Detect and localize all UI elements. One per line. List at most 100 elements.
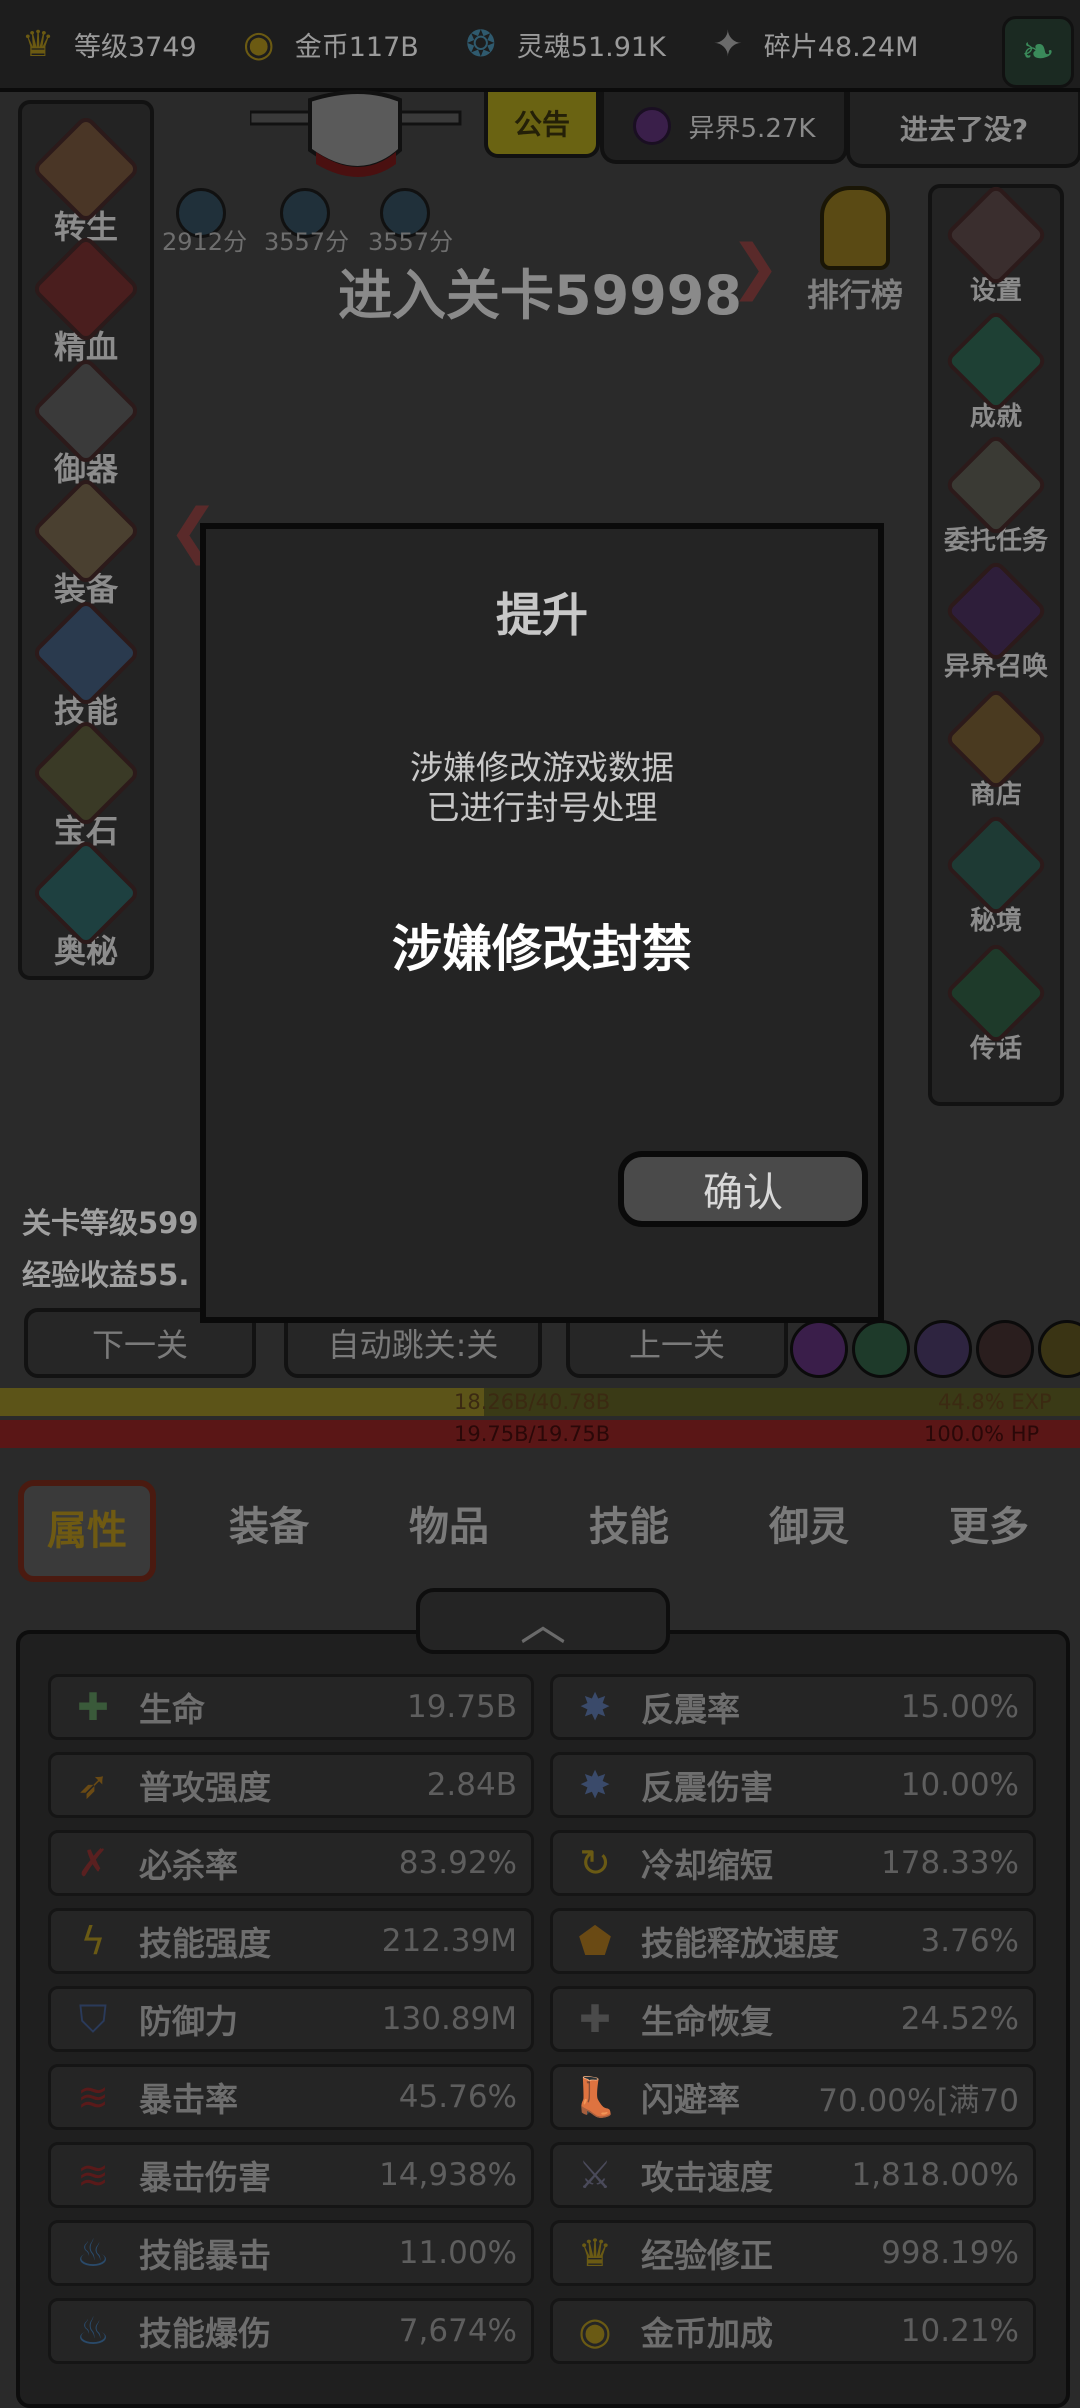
attr-name: 金币加成 (641, 2314, 773, 2353)
menu-item-message[interactable]: 传话 (932, 940, 1060, 1065)
attr-crit-rate: ≋ 暴击率 45.76% (48, 2064, 534, 2130)
attr-value: 1,818.00% (851, 2157, 1019, 2193)
cooldown-icon: ↻ (579, 1841, 611, 1885)
stage-exp-text: 经验收益55. (22, 1258, 190, 1292)
menu-item-commission[interactable]: 委托任务 (932, 432, 1060, 557)
shard-icon: ✦ (712, 23, 743, 65)
attr-name: 冷却缩短 (641, 1846, 773, 1885)
attr-value: 212.39M (381, 1923, 517, 1959)
sword-icon: ⚔ (577, 2153, 613, 2197)
next-stage-label: 下一关 (91, 1326, 188, 1364)
attr-gold-bonus: ◉ 金币加成 10.21% (550, 2298, 1036, 2364)
tab-skills[interactable]: 技能 (554, 1482, 704, 1572)
lightning-icon: ϟ (80, 1919, 106, 1963)
menu-item-gem[interactable]: 宝石 (22, 717, 150, 852)
attr-life-regen: ✚ 生命恢复 24.52% (550, 1986, 1036, 2052)
notice-button[interactable]: 公告 (484, 92, 600, 158)
right-side-menu: 设置 成就 委托任务 异界召唤 商店 秘境 传话 (928, 182, 1064, 1106)
menu-item-shop[interactable]: 商店 (932, 686, 1060, 811)
leaf-icon: ❧ (1021, 29, 1055, 75)
attr-cooldown: ↻ 冷却缩短 178.33% (550, 1830, 1036, 1896)
gold-text: 金币117B (294, 31, 419, 63)
menu-item-secret-realm[interactable]: 秘境 (932, 812, 1060, 937)
arrow-right-icon[interactable]: ❯ (730, 232, 780, 302)
menu-item-achievement[interactable]: 成就 (932, 308, 1060, 433)
menu-item-rebirth[interactable]: 转生 (22, 113, 150, 248)
tab-items[interactable]: 物品 (374, 1482, 524, 1572)
attr-name: 经验修正 (641, 2236, 773, 2275)
menu-item-mystery[interactable]: 奥秘 (22, 837, 150, 972)
hp-percent: 100.0% HP (924, 1422, 1040, 1446)
blue-flame-icon: ♨ (75, 2309, 111, 2353)
shield-icon: ⛉ (78, 1996, 108, 2041)
crown-icon: ♛ (577, 2231, 613, 2275)
stage-title[interactable]: 进入关卡59998 (300, 256, 780, 336)
crit-slash-icon: ✗ (77, 1841, 109, 1885)
trophy-icon (820, 186, 890, 270)
attr-crit-damage: ≋ 暴击伤害 14,938% (48, 2142, 534, 2208)
chevron-up-icon: ︿ (520, 1597, 566, 1651)
attr-attack: ➶ 普攻强度 2.84B (48, 1752, 534, 1818)
buff-icons (790, 1320, 1080, 1380)
attr-name: 反震伤害 (641, 1768, 773, 1807)
tab-equipment[interactable]: 装备 (194, 1482, 344, 1572)
menu-item-blood[interactable]: 精血 (22, 233, 150, 368)
attr-name: 暴击伤害 (139, 2158, 271, 2197)
attr-name: 闪避率 (641, 2080, 740, 2119)
soul-text: 灵魂51.91K (516, 31, 666, 63)
attr-value: 19.75B (406, 1689, 517, 1725)
otherworld-counter[interactable]: 异界5.27K (600, 92, 848, 164)
gotin-button[interactable]: 进去了没? (846, 92, 1080, 168)
weapon-axe-image (250, 90, 462, 177)
score-3: 3557分 (368, 228, 454, 256)
attr-value: 2.84B (426, 1767, 517, 1803)
bottom-tabs: 属性 装备 物品 技能 御灵 更多 (0, 1460, 1080, 1582)
attr-skill-crit-damage: ♨ 技能爆伤 7,674% (48, 2298, 534, 2364)
menu-item-equipment[interactable]: 装备 (22, 475, 150, 610)
score-1: 2912分 (162, 228, 248, 256)
attr-value: 11.00% (398, 2235, 517, 2271)
attr-name: 技能释放速度 (641, 1924, 839, 1963)
tab-attributes[interactable]: 属性 (18, 1480, 156, 1582)
boot-icon: 👢 (571, 2074, 619, 2119)
attr-name: 反震率 (641, 1690, 740, 1729)
notice-label: 公告 (513, 108, 570, 141)
menu-item-artifact[interactable]: 御器 (22, 355, 150, 490)
attr-name: 技能爆伤 (139, 2314, 271, 2353)
buff-fire-icon[interactable] (976, 1320, 1034, 1378)
attr-name: 暴击率 (139, 2080, 238, 2119)
menu-item-skill[interactable]: 技能 (22, 597, 150, 732)
attr-name: 技能强度 (139, 1924, 271, 1963)
heal-icon: ✚ (579, 1997, 611, 2041)
attr-exp-bonus: ♛ 经验修正 998.19% (550, 2220, 1036, 2286)
score-2: 3557分 (264, 228, 350, 256)
shard-resource: ✦ 碎片48.24M (704, 20, 919, 68)
menu-leaf-button[interactable]: ❧ (1002, 16, 1074, 88)
confirm-button[interactable]: 确认 (618, 1151, 868, 1227)
attr-value: 130.89M (381, 2001, 517, 2037)
confirm-label: 确认 (703, 1170, 783, 1216)
buff-green-icon[interactable] (852, 1320, 910, 1378)
ban-dialog: 提升 涉嫌修改游戏数据 已进行封号处理 涉嫌修改封禁 确认 (200, 523, 884, 1323)
stage-level-text: 关卡等级599 (22, 1206, 199, 1240)
attr-value: 178.33% (881, 1845, 1019, 1881)
ranking-button[interactable]: 排行榜 (800, 186, 910, 316)
soul-resource: ❂ 灵魂51.91K (457, 20, 666, 68)
menu-item-summon[interactable]: 异界召唤 (932, 558, 1060, 683)
collapse-panel-button[interactable]: ︿ (416, 1588, 670, 1654)
attr-value: 15.00% (900, 1689, 1019, 1725)
attr-name: 防御力 (139, 2002, 238, 2041)
blue-flame-icon: ♨ (75, 2231, 111, 2275)
buff-purple-icon[interactable] (790, 1320, 848, 1378)
attr-value: 24.52% (900, 2001, 1019, 2037)
tab-more[interactable]: 更多 (914, 1482, 1064, 1572)
gotin-label: 进去了没? (899, 113, 1029, 146)
menu-item-settings[interactable]: 设置 (932, 182, 1060, 307)
exp-percent: 44.8% EXP (938, 1390, 1052, 1414)
buff-gold-icon[interactable] (1038, 1320, 1080, 1378)
arrow-icon: ➶ (77, 1763, 109, 1807)
tab-spirits[interactable]: 御灵 (734, 1482, 884, 1572)
attr-value: 14,938% (379, 2157, 517, 2193)
life-cross-icon: ✚ (77, 1685, 109, 1729)
buff-violet-icon[interactable] (914, 1320, 972, 1378)
